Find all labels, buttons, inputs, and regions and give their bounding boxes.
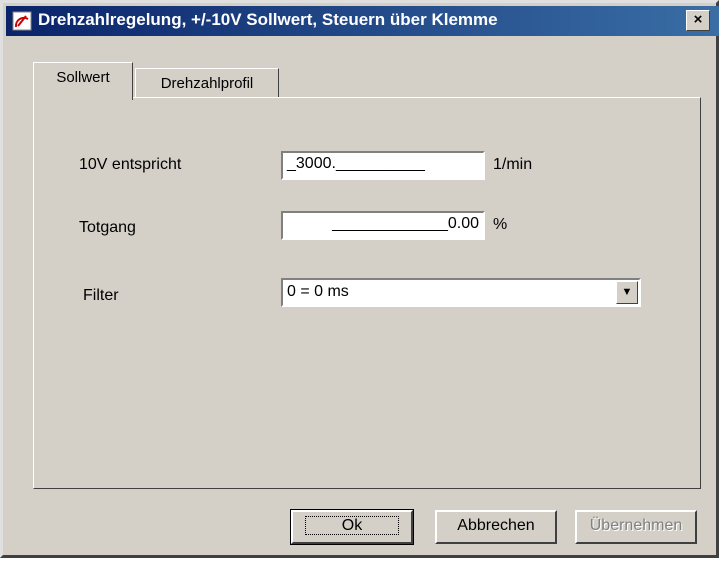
tab-panel — [33, 97, 701, 489]
title-bar[interactable]: Drehzahlregelung, +/-10V Sollwert, Steue… — [6, 6, 719, 36]
apply-button: Übernehmen — [575, 510, 697, 544]
ok-button[interactable]: Ok — [290, 509, 414, 545]
close-button[interactable]: × — [686, 10, 710, 31]
window-title: Drehzahlregelung, +/-10V Sollwert, Steue… — [38, 10, 498, 29]
ok-label: Ok — [304, 516, 400, 535]
tab-sollwert[interactable]: Sollwert — [33, 62, 133, 100]
gauge-icon — [12, 11, 32, 31]
cancel-button[interactable]: Abbrechen — [435, 510, 557, 544]
dialog-window: Drehzahlregelung, +/-10V Sollwert, Steue… — [0, 0, 719, 558]
tab-drehzahlprofil[interactable]: Drehzahlprofil — [135, 68, 279, 98]
